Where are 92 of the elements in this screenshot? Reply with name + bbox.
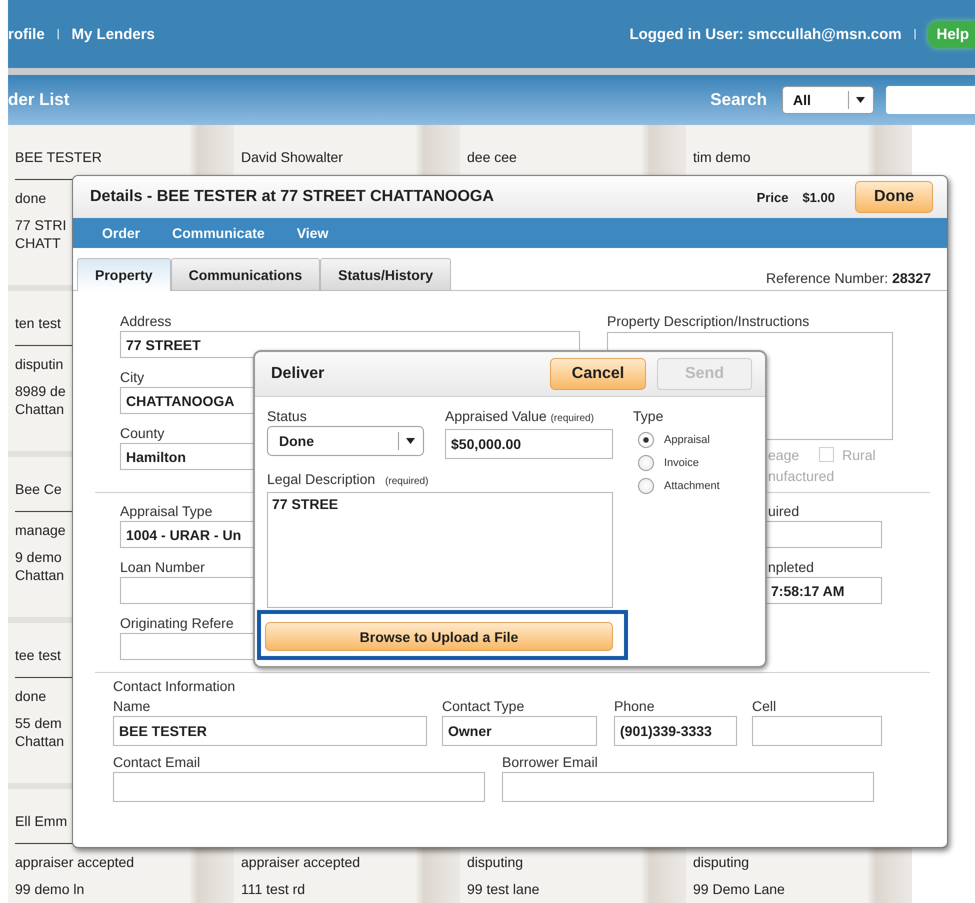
caret-icon <box>856 97 865 103</box>
separator: | <box>914 28 916 40</box>
browse-upload-button[interactable]: Browse to Upload a File <box>265 622 613 651</box>
option-label: Rural <box>842 446 876 462</box>
borrower-name: tim demo <box>693 149 751 165</box>
separator: | <box>56 28 60 40</box>
order-detail: 111 test rd <box>241 880 306 898</box>
field-label: Type <box>633 407 664 426</box>
search-label: Search <box>710 90 767 110</box>
cancel-button[interactable]: Cancel <box>550 358 646 390</box>
input-field[interactable]: Owner <box>442 716 597 746</box>
legal-description-field[interactable]: 77 STREE <box>267 492 613 608</box>
order-detail: 9 demo <box>15 548 62 566</box>
field-label: Cell <box>752 697 776 716</box>
field-label: Appraisal Type <box>120 502 212 521</box>
field-label: uired <box>767 502 800 521</box>
order-detail: 99 test lane <box>467 880 540 898</box>
menu-item[interactable]: Order <box>102 225 140 241</box>
field-label: npleted <box>767 558 814 577</box>
borrower-name: Ell Emm <box>15 813 68 829</box>
field-label: Legal Description (required) <box>267 470 428 489</box>
radio-button[interactable] <box>638 454 654 470</box>
order-detail: appraiser accepted <box>15 853 134 871</box>
price-label: Price <box>756 190 788 204</box>
price-value: $1.00 <box>802 190 835 204</box>
logged-in-user: Logged in User: smccullah@msn.com <box>629 26 902 42</box>
borrower-name: BEE TESTER <box>15 149 102 165</box>
dialog-title: Deliver <box>271 365 326 383</box>
radio-button[interactable] <box>638 432 654 448</box>
field-label: Phone <box>614 697 654 716</box>
field-label: Borrower Email <box>502 753 598 772</box>
order-detail: 77 STRI <box>15 216 66 234</box>
order-detail: done <box>15 687 46 705</box>
borrower-name: Bee Ce <box>15 481 62 497</box>
tab[interactable]: Status/History <box>320 258 452 290</box>
order-detail: 55 dem <box>15 714 62 732</box>
option-label: nufactured <box>768 468 834 484</box>
radio-label: Attachment <box>664 480 720 492</box>
status-select[interactable]: Done <box>267 426 424 456</box>
order-detail: Chattan <box>15 400 64 418</box>
section-heading: Contact Information <box>113 677 236 695</box>
field-label: Name <box>113 697 150 716</box>
order-detail: 99 Demo Lane <box>693 880 785 898</box>
input-field[interactable]: BEE TESTER <box>113 716 427 746</box>
order-detail: Chattan <box>15 566 64 584</box>
borrower-name: dee cee <box>467 149 517 165</box>
order-detail: 99 demo ln <box>15 880 84 898</box>
order-detail: manage <box>15 521 66 539</box>
option-label: eage <box>768 446 800 462</box>
menu-item[interactable]: View <box>296 225 328 241</box>
order-detail: disputing <box>467 853 524 871</box>
input-field[interactable] <box>502 772 874 802</box>
tab[interactable]: Communications <box>170 258 320 290</box>
input-field[interactable] <box>113 772 485 802</box>
menu-item[interactable]: Communicate <box>172 225 265 241</box>
borrower-name: ten test <box>15 315 61 331</box>
radio-button[interactable] <box>638 478 654 494</box>
field-label: County <box>120 424 164 443</box>
borrower-name: David Showalter <box>241 149 343 165</box>
reference-number: Reference Number: 28327 <box>766 270 931 286</box>
field-label: City <box>120 368 144 387</box>
order-detail: disputin <box>15 355 64 373</box>
field-label: Contact Email <box>113 753 200 772</box>
field-label: Property Description/Instructions <box>607 312 810 331</box>
panel-title: Details - BEE TESTER at 77 STREET CHATTANOOGA <box>90 188 495 206</box>
nav-link[interactable]: My Lenders <box>72 26 155 42</box>
done-button[interactable]: Done <box>855 181 933 213</box>
field-label: Status <box>267 407 307 426</box>
order-detail: disputing <box>693 853 750 871</box>
search-scope-select[interactable]: All <box>782 86 874 114</box>
field-label: Contact Type <box>442 697 524 716</box>
radio-label: Appraisal <box>664 434 710 446</box>
order-detail: 8989 de <box>15 382 66 400</box>
radio-label: Invoice <box>664 456 699 468</box>
input-field[interactable] <box>752 716 882 746</box>
nav-link[interactable]: rofile <box>8 26 45 42</box>
field-label: Loan Number <box>120 558 205 577</box>
order-detail: appraiser accepted <box>241 853 360 871</box>
borrower-name: tee test <box>15 647 61 663</box>
caret-icon <box>406 438 415 444</box>
search-field[interactable] <box>886 86 975 114</box>
field-label: Appraised Value (required) <box>445 407 594 426</box>
checkbox[interactable] <box>819 447 834 462</box>
order-detail: done <box>15 189 46 207</box>
field-label: Originating Refere <box>120 614 234 633</box>
order-detail: CHATT <box>15 234 61 252</box>
input-field[interactable]: (901)339-3333 <box>614 716 737 746</box>
order-detail: Chattan <box>15 732 64 750</box>
appraised-value-field[interactable]: $50,000.00 <box>445 429 613 459</box>
list-title: der List <box>8 90 70 110</box>
field-label: Address <box>120 312 172 331</box>
tab[interactable]: Property <box>77 258 171 291</box>
